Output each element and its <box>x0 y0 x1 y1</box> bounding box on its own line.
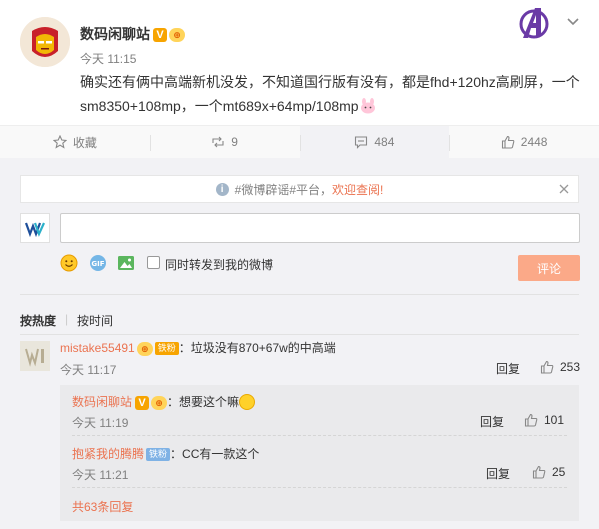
repost-icon <box>212 136 224 148</box>
chevron-down-icon[interactable] <box>566 14 580 28</box>
reply-text: ：想要这个嘛 <box>167 395 240 409</box>
like-button[interactable]: 2448 <box>449 126 599 158</box>
post-text: 确实还有俩中高端新机没发，不知道国行版有没有，都是fhd+120hz高刷屏，一个… <box>80 70 585 118</box>
reply-like-button[interactable]: 25 <box>532 465 565 479</box>
fan-badge: 铁粉 <box>146 448 171 462</box>
comment-button[interactable]: 484 <box>299 126 450 158</box>
reply-text: ：CC有一款这个 <box>170 447 260 461</box>
reply-like-count: 101 <box>544 413 565 427</box>
commenter-avatar-image-icon <box>20 341 50 371</box>
reply-time: 今天 11:21 <box>72 468 129 482</box>
medal-badge-icon: ⊕ <box>169 28 185 43</box>
reply-divider <box>72 487 567 488</box>
user-logo-icon <box>24 222 46 238</box>
repost-checkbox[interactable] <box>147 256 160 269</box>
bunny-emoji-icon <box>360 98 375 114</box>
info-icon: i <box>215 182 229 196</box>
like-icon <box>532 465 546 479</box>
author-name-text[interactable]: 数码闲聊站 <box>80 26 150 42</box>
like-icon <box>540 360 554 374</box>
like-icon <box>501 135 515 149</box>
reply-line: 抱紧我的腾腾 铁粉 ：CC有一款这个 <box>72 445 259 462</box>
star-icon <box>52 135 67 149</box>
like-count: 2448 <box>520 135 548 149</box>
sort-by-hot-tab[interactable]: 按热度 <box>20 312 56 329</box>
comment-text: ：垃圾没有870+67w的中高端 <box>178 341 336 355</box>
comment-line: mistake55491 ⊕ 铁粉 ：垃圾没有870+67w的中高端 <box>60 339 336 356</box>
notice-welcome-link[interactable]: 欢迎查阅! <box>332 181 383 198</box>
rumor-notice-bar: i #微博辟谣#平台， 欢迎查阅! <box>20 175 579 203</box>
comment-like-button[interactable]: 253 <box>540 360 580 374</box>
image-icon[interactable] <box>117 254 135 272</box>
weibo-post: 数码闲聊站 V ⊕ 今天 11:15 确实还有俩中高端新机没发，不知道国行版有没有，… <box>0 0 599 158</box>
comment-input[interactable] <box>60 213 580 243</box>
commenter-name[interactable]: mistake55491 <box>60 341 135 355</box>
post-actions-bar: 收藏 9 484 2448 <box>0 125 599 158</box>
emoji-icon[interactable] <box>60 254 78 272</box>
my-avatar[interactable] <box>20 213 50 243</box>
reply-like-button[interactable]: 101 <box>524 413 564 427</box>
reply-button[interactable]: 回复 <box>496 360 520 377</box>
replies-box: 数码闲聊站 V ⊕ ：想要这个嘛 今天 11:19 回复 101 抱紧我的腾腾 铁粉 ：C… <box>60 385 579 521</box>
comments-panel: i #微博辟谣#平台， 欢迎查阅! GIF 同时转发到我的微博 评论 按热度 |… <box>0 158 599 529</box>
sort-separator: | <box>65 312 69 326</box>
svg-text:GIF: GIF <box>91 260 104 268</box>
reply-button[interactable]: 回复 <box>480 413 504 430</box>
comment-count: 484 <box>374 135 395 149</box>
comment-like-count: 253 <box>560 360 581 374</box>
reply-author-name[interactable]: 抱紧我的腾腾 <box>72 447 144 461</box>
reply-button[interactable]: 回复 <box>486 465 510 482</box>
fan-badge: 铁粉 <box>154 342 179 356</box>
divider <box>20 294 579 295</box>
reply-like-count: 25 <box>552 465 566 479</box>
ironman-avatar-icon <box>20 17 70 67</box>
avenger-logo-icon <box>519 8 549 39</box>
medal-badge-icon: ⊕ <box>136 341 153 356</box>
reply-line: 数码闲聊站 V ⊕ ：想要这个嘛 <box>72 393 256 410</box>
comment-time: 今天 11:17 <box>60 363 117 377</box>
comment-icon <box>355 136 368 149</box>
author-avatar[interactable] <box>20 17 70 67</box>
gif-icon[interactable]: GIF <box>89 254 107 272</box>
verified-badge-icon: V <box>135 395 150 410</box>
post-time[interactable]: 今天 11:15 <box>80 50 136 67</box>
favorite-button[interactable]: 收藏 <box>0 126 150 158</box>
more-replies-link[interactable]: 共63条回复 <box>72 498 133 515</box>
close-icon[interactable] <box>558 183 570 195</box>
submit-comment-button[interactable]: 评论 <box>518 255 580 281</box>
author-name[interactable]: 数码闲聊站 V ⊕ <box>80 24 185 44</box>
post-text-body: 确实还有俩中高端新机没发，不知道国行版有没有，都是fhd+120hz高刷屏，一个… <box>80 74 580 114</box>
smile-emoji-icon <box>239 394 256 410</box>
repost-checkbox-label[interactable]: 同时转发到我的微博 <box>165 256 273 273</box>
commenter-avatar[interactable] <box>20 341 50 371</box>
reply-time: 今天 11:19 <box>72 416 129 430</box>
like-icon <box>524 413 538 427</box>
verified-badge-icon: V <box>153 28 167 43</box>
divider <box>20 334 579 335</box>
notice-topic-link[interactable]: #微博辟谣#平台， <box>235 181 332 198</box>
reply-divider <box>72 435 567 436</box>
reply-author-name[interactable]: 数码闲聊站 <box>72 395 132 409</box>
medal-badge-icon: ⊕ <box>151 395 168 410</box>
repost-count: 9 <box>231 135 238 149</box>
favorite-label: 收藏 <box>72 135 97 150</box>
repost-button[interactable]: 9 <box>149 126 300 158</box>
sort-by-time-tab[interactable]: 按时间 <box>77 312 113 329</box>
